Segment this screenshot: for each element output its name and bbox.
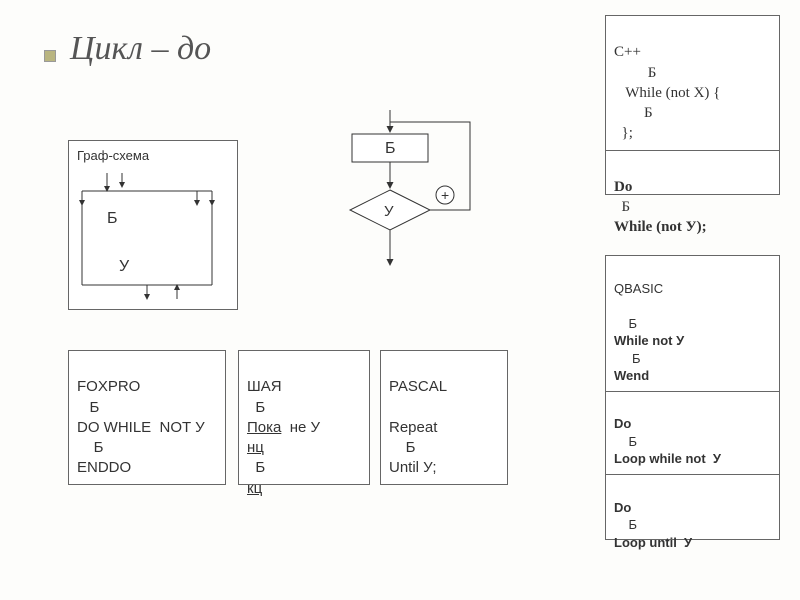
flow-b: Б bbox=[385, 140, 396, 157]
graf-schema-diagram: Б У bbox=[77, 173, 227, 303]
shaya-l2b: не У bbox=[281, 419, 320, 436]
qbasic-c3: Loop until У bbox=[614, 535, 692, 550]
foxpro-name: FOXPRO bbox=[77, 378, 140, 395]
shaya-l1: Б bbox=[247, 399, 265, 416]
cpp-b1: Do bbox=[614, 179, 632, 195]
cpp-a3: Б bbox=[614, 105, 653, 121]
qbasic-div1 bbox=[606, 391, 779, 392]
cpp-divider bbox=[606, 150, 779, 151]
cpp-b3: While (not У); bbox=[614, 219, 707, 235]
qbasic-name: QBASIC bbox=[614, 281, 663, 296]
shaya-l2a: Пока bbox=[247, 419, 281, 436]
cpp-a2: While (not X) { bbox=[614, 85, 720, 101]
foxpro-l4: ENDDO bbox=[77, 459, 131, 476]
qbasic-b1: Do bbox=[614, 416, 631, 431]
qbasic-box: QBASIC Б While not У Б Wend Do Б Loop wh… bbox=[605, 255, 780, 540]
qbasic-b2: Б bbox=[614, 434, 637, 449]
page-title: Цикл – до bbox=[70, 30, 211, 68]
cpp-a1: Б bbox=[614, 65, 656, 81]
qbasic-a4: Wend bbox=[614, 368, 649, 383]
qbasic-b3: Loop while not У bbox=[614, 451, 721, 466]
qbasic-a1: Б bbox=[614, 316, 637, 331]
graf-b: Б bbox=[107, 210, 118, 227]
pascal-l4: Until У; bbox=[389, 459, 437, 476]
shaya-name: ШАЯ bbox=[247, 378, 282, 395]
pascal-l3: Б bbox=[389, 439, 416, 456]
shaya-l5: кц bbox=[247, 480, 262, 497]
cpp-name: С++ bbox=[614, 44, 641, 60]
qbasic-c1: Do bbox=[614, 500, 631, 515]
qbasic-a2: While not У bbox=[614, 333, 684, 348]
pascal-l2: Repeat bbox=[389, 419, 437, 436]
cpp-b2: Б bbox=[614, 199, 630, 215]
flow-plus: + bbox=[441, 187, 449, 203]
graf-u: У bbox=[119, 258, 130, 275]
foxpro-l2: DO WHILE NOT У bbox=[77, 419, 205, 436]
flowchart: Б У + bbox=[290, 110, 510, 280]
graf-schema-box: Граф-схема Б У bbox=[68, 140, 238, 310]
cpp-box: С++ Б While (not X) { Б }; Do Б While (n… bbox=[605, 15, 780, 195]
cpp-a4: }; bbox=[614, 125, 633, 141]
graf-label: Граф-схема bbox=[77, 147, 229, 165]
title-bullet bbox=[44, 50, 56, 62]
shaya-box: ШАЯ Б Пока не У нц Б кц bbox=[238, 350, 370, 485]
pascal-box: PASCAL Repeat Б Until У; bbox=[380, 350, 508, 485]
shaya-l4: Б bbox=[247, 459, 265, 476]
foxpro-l1: Б bbox=[77, 399, 99, 416]
pascal-name: PASCAL bbox=[389, 378, 447, 395]
qbasic-div2 bbox=[606, 474, 779, 475]
qbasic-a3: Б bbox=[614, 351, 641, 366]
foxpro-l3: Б bbox=[77, 439, 104, 456]
flow-u: У bbox=[384, 203, 394, 220]
shaya-l3: нц bbox=[247, 439, 264, 456]
qbasic-c2: Б bbox=[614, 517, 637, 532]
foxpro-box: FOXPRO Б DO WHILE NOT У Б ENDDO bbox=[68, 350, 226, 485]
